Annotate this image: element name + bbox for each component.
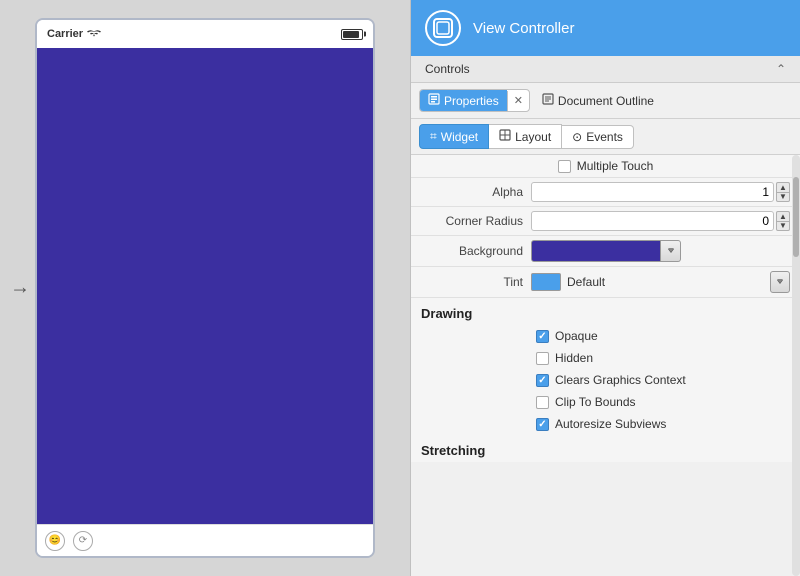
tint-dropdown[interactable]: [770, 271, 790, 293]
doc-outline-icon: [542, 93, 554, 108]
refresh-icon: ⟳: [73, 531, 93, 551]
scrollbar-thumb[interactable]: [793, 177, 799, 257]
background-row: Background: [411, 236, 800, 267]
clears-graphics-context-row: Clears Graphics Context: [411, 369, 800, 391]
properties-tab[interactable]: Properties: [420, 90, 507, 111]
clip-to-bounds-label: Clip To Bounds: [555, 395, 636, 409]
inspector-panel: View Controller Controls ⌃ Properties ✕: [410, 0, 800, 576]
alpha-stepper-down[interactable]: ▼: [776, 192, 790, 202]
status-bar: Carrier: [37, 20, 373, 48]
background-color-swatch[interactable]: [531, 240, 661, 262]
doc-outline-tab[interactable]: Document Outline: [534, 90, 662, 111]
corner-radius-row: Corner Radius ▲ ▼: [411, 207, 800, 236]
tint-inner: Default: [531, 271, 790, 293]
properties-tab-group: Properties ✕: [419, 89, 530, 112]
corner-radius-stepper-up[interactable]: ▲: [776, 211, 790, 221]
controls-label: Controls: [425, 62, 470, 76]
alpha-input[interactable]: [531, 182, 774, 202]
layout-tab[interactable]: Layout: [489, 124, 562, 149]
corner-radius-stepper: ▲ ▼: [776, 211, 790, 231]
alpha-input-group: ▲ ▼: [531, 182, 790, 202]
tint-value: Default: [531, 271, 790, 293]
chevron-up-icon[interactable]: ⌃: [776, 62, 786, 76]
drawing-section-title: Drawing: [421, 306, 472, 321]
alpha-stepper-up[interactable]: ▲: [776, 182, 790, 192]
tint-label: Tint: [421, 275, 531, 289]
view-content: [37, 48, 373, 524]
background-label: Background: [421, 244, 531, 258]
clip-to-bounds-checkbox[interactable]: [536, 396, 549, 409]
clears-graphics-context-checkbox[interactable]: [536, 374, 549, 387]
battery-icon: [341, 29, 363, 40]
status-left: Carrier: [47, 28, 101, 41]
vc-header: View Controller: [411, 0, 800, 56]
multiple-touch-checkbox[interactable]: [558, 160, 571, 173]
events-label: Events: [586, 130, 623, 144]
subtabs-row: ⌗ Widget Layout ⊙ Events: [411, 119, 800, 155]
carrier-label: Carrier: [47, 28, 83, 40]
vc-icon: [425, 10, 461, 46]
phone-bottom-bar: 😊 ⟳: [37, 524, 373, 556]
autoresize-subviews-checkbox[interactable]: [536, 418, 549, 431]
layout-icon: [499, 129, 511, 144]
inspector-content: Multiple Touch Alpha ▲ ▼ Corner R: [411, 155, 800, 462]
controls-bar: Controls ⌃: [411, 56, 800, 83]
widget-tab[interactable]: ⌗ Widget: [419, 124, 489, 149]
emoji-icon: 😊: [45, 531, 65, 551]
stretching-section-header: Stretching: [411, 435, 800, 462]
alpha-label: Alpha: [421, 185, 531, 199]
hidden-row: Hidden: [411, 347, 800, 369]
multiple-touch-label: Multiple Touch: [577, 159, 654, 173]
alpha-row: Alpha ▲ ▼: [411, 178, 800, 207]
vc-title: View Controller: [473, 20, 574, 37]
hidden-checkbox[interactable]: [536, 352, 549, 365]
tabs-row: Properties ✕ Document Outline: [411, 83, 800, 119]
opaque-label: Opaque: [555, 329, 598, 343]
inspector-scroll: Multiple Touch Alpha ▲ ▼ Corner R: [411, 155, 800, 576]
multiple-touch-row: Multiple Touch: [411, 155, 800, 178]
stretching-section-title: Stretching: [421, 443, 485, 458]
drawing-section-header: Drawing: [411, 298, 800, 325]
wifi-icon: [87, 28, 101, 41]
clip-to-bounds-row: Clip To Bounds: [411, 391, 800, 413]
widget-icon: ⌗: [430, 129, 437, 144]
properties-icon: [428, 93, 440, 108]
background-color-dropdown[interactable]: [661, 240, 681, 262]
corner-radius-label: Corner Radius: [421, 214, 531, 228]
opaque-row: Opaque: [411, 325, 800, 347]
properties-tab-label: Properties: [444, 94, 499, 108]
corner-radius-stepper-down[interactable]: ▼: [776, 221, 790, 231]
alpha-value: ▲ ▼: [531, 182, 790, 202]
tint-color-swatch: [531, 273, 561, 291]
hidden-label: Hidden: [555, 351, 593, 365]
scrollbar-track: [792, 155, 800, 576]
autoresize-subviews-row: Autoresize Subviews: [411, 413, 800, 435]
tint-row: Tint Default: [411, 267, 800, 298]
widget-label: Widget: [441, 130, 478, 144]
autoresize-subviews-label: Autoresize Subviews: [555, 417, 666, 431]
alpha-stepper: ▲ ▼: [776, 182, 790, 202]
phone-frame: Carrier 😊 ⟳: [35, 18, 375, 558]
corner-radius-input-group: ▲ ▼: [531, 211, 790, 231]
corner-radius-value: ▲ ▼: [531, 211, 790, 231]
simulator-panel: → Carrier 😊: [0, 0, 410, 576]
events-icon: ⊙: [572, 130, 582, 144]
doc-outline-label: Document Outline: [558, 94, 654, 108]
background-value: [531, 240, 790, 262]
corner-radius-input[interactable]: [531, 211, 774, 231]
events-tab[interactable]: ⊙ Events: [562, 125, 634, 149]
layout-label: Layout: [515, 130, 551, 144]
tab-close-button[interactable]: ✕: [508, 91, 529, 110]
opaque-checkbox[interactable]: [536, 330, 549, 343]
tint-text: Default: [567, 275, 770, 289]
clears-graphics-context-label: Clears Graphics Context: [555, 373, 686, 387]
status-right: [341, 29, 363, 40]
arrow-icon: →: [10, 277, 30, 300]
